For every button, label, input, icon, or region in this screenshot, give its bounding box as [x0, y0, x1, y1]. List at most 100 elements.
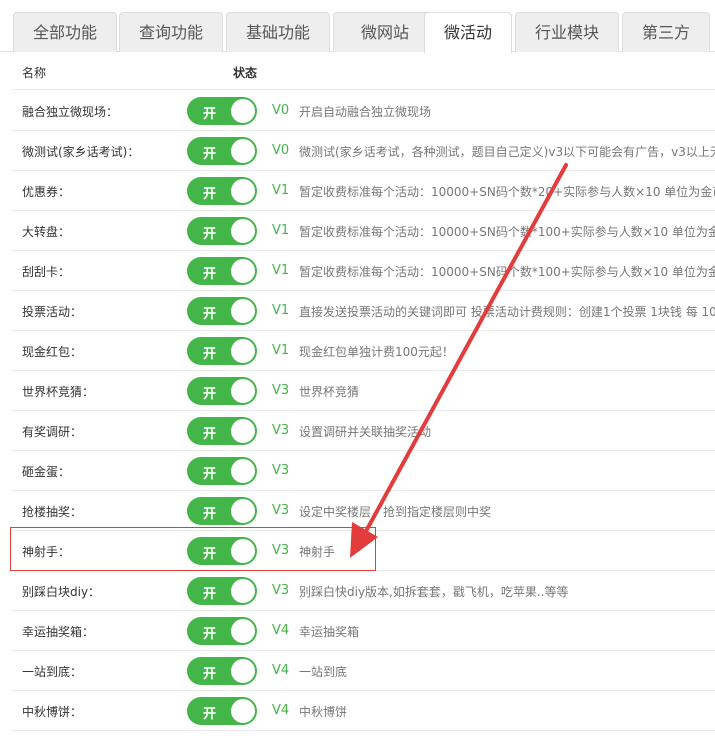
table-row: 世界杯竞猜： 开 V3 世界杯竞猜 — [12, 371, 715, 411]
status-toggle[interactable]: 开 — [187, 257, 257, 285]
status-toggle[interactable]: 开 — [187, 577, 257, 605]
activity-list: 融合独立微现场：开 V0 开启自动融合独立微现场 微测试(家乡话考试)：开 V0 微测试(… — [12, 91, 715, 731]
status-toggle[interactable]: 开 — [187, 137, 257, 165]
status-toggle[interactable]: 开 — [187, 657, 257, 685]
table-row: 优惠券： 开 V1 暂定收费标准每个活动：10000+SN码个数*20+实际参与人数×… — [12, 171, 715, 211]
toggle-knob — [231, 259, 255, 283]
toggle-on-label: 开 — [203, 627, 217, 642]
activity-name: 现金红包： — [22, 345, 83, 359]
toggle-knob — [231, 219, 255, 243]
activity-name: 神射手： — [22, 545, 71, 559]
activity-description: 设定中奖楼层，抢到指定楼层则中奖 — [299, 505, 492, 519]
activity-description: 暂定收费标准每个活动：10000+SN码个数*100+实际参与人数×10 单位为… — [299, 225, 715, 239]
version-badge: V1 — [272, 343, 290, 358]
table-row: 神射手： 开 V3 神射手 — [12, 531, 715, 571]
activity-name: 优惠券： — [22, 185, 71, 199]
version-badge: V3 — [272, 463, 290, 478]
toggle-on-label: 开 — [203, 387, 217, 402]
toggle-knob — [231, 619, 255, 643]
version-badge: V4 — [272, 663, 290, 678]
toggle-on-label: 开 — [203, 587, 217, 602]
toggle-on-label: 开 — [203, 347, 217, 362]
version-badge: V1 — [272, 223, 290, 238]
status-toggle[interactable]: 开 — [187, 497, 257, 525]
toggle-on-label: 开 — [203, 187, 217, 202]
status-toggle[interactable]: 开 — [187, 377, 257, 405]
tab-third-party[interactable]: 第三方 — [622, 12, 710, 52]
toggle-knob — [231, 419, 255, 443]
table-row: 砸金蛋： 开 V3 — [12, 451, 715, 491]
version-badge: V0 — [272, 143, 290, 158]
status-toggle[interactable]: 开 — [187, 617, 257, 645]
activity-name: 投票活动： — [22, 305, 83, 319]
version-badge: V1 — [272, 303, 290, 318]
activity-description: 别踩白快diy版本,如拆套套，戳飞机，吃苹果..等等 — [299, 585, 569, 599]
status-toggle[interactable]: 开 — [187, 217, 257, 245]
version-badge: V3 — [272, 383, 290, 398]
status-toggle[interactable]: 开 — [187, 337, 257, 365]
column-header-name: 名称 — [22, 66, 47, 80]
activity-name: 砸金蛋： — [22, 465, 71, 479]
activity-description: 微测试(家乡话考试，各种测试，题目自己定义)v3以下可能会有广告，v3以上无 — [299, 145, 715, 159]
version-badge: V3 — [272, 423, 290, 438]
toggle-knob — [231, 299, 255, 323]
status-toggle[interactable]: 开 — [187, 97, 257, 125]
activity-name: 一站到底： — [22, 665, 83, 679]
status-toggle[interactable]: 开 — [187, 177, 257, 205]
tab-industry-modules[interactable]: 行业模块 — [515, 12, 619, 52]
table-row: 一站到底： 开 V4 一站到底 — [12, 651, 715, 691]
table-row: 抢楼抽奖： 开 V3 设定中奖楼层，抢到指定楼层则中奖 — [12, 491, 715, 531]
version-badge: V4 — [272, 703, 290, 718]
toggle-knob — [231, 99, 255, 123]
toggle-knob — [231, 459, 255, 483]
toggle-knob — [231, 339, 255, 363]
toggle-knob — [231, 499, 255, 523]
tab-basic-functions[interactable]: 基础功能 — [226, 12, 330, 52]
function-tabs: 全部功能 查询功能 基础功能 微网站 微活动 行业模块 第三方 — [0, 0, 715, 53]
table-row: 微测试(家乡话考试)： 开 V0 微测试(家乡话考试，各种测试，题目自己定义)v3以下… — [12, 131, 715, 171]
tab-query-functions[interactable]: 查询功能 — [119, 12, 223, 52]
status-toggle[interactable]: 开 — [187, 297, 257, 325]
toggle-knob — [231, 139, 255, 163]
tab-micro-activities[interactable]: 微活动 — [424, 12, 512, 53]
activity-description: 世界杯竞猜 — [299, 385, 360, 399]
activity-name: 融合独立微现场： — [22, 105, 119, 119]
table-row: 现金红包： 开 V1 现金红包单独计费100元起！ — [12, 331, 715, 371]
status-toggle[interactable]: 开 — [187, 697, 257, 725]
tab-all-functions[interactable]: 全部功能 — [13, 12, 117, 52]
table-row: 别踩白块diy： 开 V3 别踩白快diy版本,如拆套套，戳飞机，吃苹果..等等 — [12, 571, 715, 611]
tab-micro-website[interactable]: 微网站 — [333, 12, 437, 52]
activity-name: 中秋博饼： — [22, 705, 83, 719]
toggle-knob — [231, 659, 255, 683]
status-toggle[interactable]: 开 — [187, 537, 257, 565]
activity-description: 神射手 — [299, 545, 336, 559]
toggle-on-label: 开 — [203, 707, 217, 722]
version-badge: V1 — [272, 183, 290, 198]
activity-description: 幸运抽奖箱 — [299, 625, 360, 639]
activity-name: 微测试(家乡话考试)： — [22, 145, 140, 159]
column-header-status: 状态 — [233, 66, 258, 80]
activity-name: 大转盘： — [22, 225, 71, 239]
status-toggle[interactable]: 开 — [187, 417, 257, 445]
toggle-on-label: 开 — [203, 547, 217, 562]
toggle-on-label: 开 — [203, 467, 217, 482]
toggle-knob — [231, 699, 255, 723]
version-badge: V4 — [272, 623, 290, 638]
activity-description: 现金红包单独计费100元起！ — [299, 345, 454, 359]
table-row: 幸运抽奖箱： 开 V4 幸运抽奖箱 — [12, 611, 715, 651]
toggle-on-label: 开 — [203, 507, 217, 522]
toggle-on-label: 开 — [203, 307, 217, 322]
toggle-knob — [231, 179, 255, 203]
toggle-on-label: 开 — [203, 267, 217, 282]
activity-name: 抢楼抽奖： — [22, 505, 83, 519]
activity-description: 设置调研并关联抽奖活动 — [299, 425, 432, 439]
activity-name: 刮刮卡： — [22, 265, 71, 279]
toggle-on-label: 开 — [203, 427, 217, 442]
toggle-knob — [231, 539, 255, 563]
activity-name: 有奖调研： — [22, 425, 83, 439]
toggle-knob — [231, 379, 255, 403]
activity-name: 幸运抽奖箱： — [22, 625, 95, 639]
activity-description: 一站到底 — [299, 665, 348, 679]
toggle-on-label: 开 — [203, 667, 217, 682]
status-toggle[interactable]: 开 — [187, 457, 257, 485]
